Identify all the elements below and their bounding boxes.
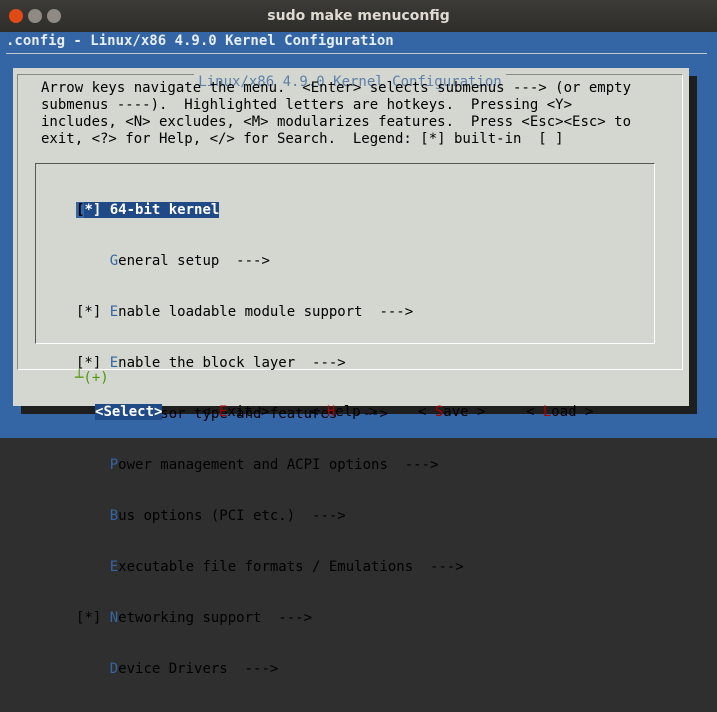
- button-bracket: <: [202, 404, 219, 420]
- help-text: Arrow keys navigate the menu. <Enter> se…: [41, 80, 631, 148]
- title-bar: sudo make menuconfig: [0, 0, 717, 32]
- menu-item-prefix: [76, 661, 110, 677]
- menu-item-hotkey: P: [109, 457, 119, 473]
- button-bracket: <: [310, 404, 327, 420]
- config-title-rule: [6, 53, 707, 54]
- menu-item-prefix: *]: [84, 202, 110, 218]
- menu-item-networking[interactable]: [*] Networking support --->: [76, 610, 464, 627]
- save-button[interactable]: < Save >: [418, 404, 485, 420]
- menu-item-bus-options[interactable]: Bus options (PCI etc.) --->: [76, 508, 464, 525]
- menu-item-loadable-modules[interactable]: [*] Enable loadable module support --->: [76, 304, 464, 321]
- exit-button[interactable]: < Exit >: [202, 404, 269, 420]
- menu-item-hotkey: N: [109, 610, 119, 626]
- help-line: includes, <N> excludes, <M> modularizes …: [41, 114, 632, 130]
- menu-item-hotkey: D: [109, 661, 119, 677]
- menu-item-label: nable loadable module support --->: [118, 304, 414, 320]
- menu-item-prefix: [*]: [76, 610, 110, 626]
- button-label: ave >: [443, 404, 486, 420]
- help-line: submenus ----). Highlighted letters are …: [41, 97, 573, 113]
- button-bracket: <: [418, 404, 435, 420]
- menu-item-label: xecutable file formats / Emulations --->: [118, 559, 464, 575]
- menu-item-prefix: [76, 508, 110, 524]
- menu-item-hotkey: G: [109, 253, 119, 269]
- button-label: elect>: [111, 404, 163, 420]
- menu-item-block-layer[interactable]: [*] Enable the block layer --->: [76, 355, 464, 372]
- select-button[interactable]: <Select>: [95, 404, 163, 420]
- menu-item-label: eneral setup --->: [118, 253, 270, 269]
- menu-item-prefix: [*]: [76, 304, 110, 320]
- menu-item-hotkey: E: [109, 559, 119, 575]
- menu-item-label: ower management and ACPI options --->: [118, 457, 439, 473]
- button-label: oad >: [551, 404, 594, 420]
- button-label: xit >: [227, 404, 270, 420]
- menu-list[interactable]: [*] 64-bit kernel General setup ---> [*]…: [76, 168, 464, 712]
- button-label: elp >: [335, 404, 378, 420]
- menu-item-label: 4-bit kernel: [118, 202, 220, 218]
- help-line: Arrow keys navigate the menu. <Enter> se…: [41, 80, 632, 96]
- menu-item-executable-formats[interactable]: Executable file formats / Emulations ---…: [76, 559, 464, 576]
- help-line: exit, <?> for Help, </> for Search. Lege…: [41, 131, 564, 147]
- menu-item-device-drivers[interactable]: Device Drivers --->: [76, 661, 464, 678]
- config-title: .config - Linux/x86 4.9.0 Kernel Configu…: [6, 33, 394, 49]
- menu-item-label: evice Drivers --->: [118, 661, 279, 677]
- menu-item-64bit-kernel[interactable]: [*] 64-bit kernel: [76, 202, 464, 219]
- load-button[interactable]: < Load >: [526, 404, 593, 420]
- menu-item-hotkey: B: [109, 508, 119, 524]
- menu-item-hotkey: 6: [109, 202, 119, 218]
- menu-item-prefix: [*]: [76, 355, 110, 371]
- terminal-window: sudo make menuconfig .config - Linux/x86…: [0, 0, 717, 677]
- button-hotkey: S: [103, 404, 112, 420]
- button-bar: <Select> < Exit > < Help > < Save > < Lo…: [13, 404, 689, 424]
- help-button[interactable]: < Help >: [310, 404, 377, 420]
- menu-item-label: us options (PCI etc.) --->: [118, 508, 346, 524]
- menu-item-label: etworking support --->: [118, 610, 313, 626]
- terminal-area[interactable]: .config - Linux/x86 4.9.0 Kernel Configu…: [0, 32, 717, 677]
- menu-item-prefix: [76, 253, 110, 269]
- menuconfig-dialog: Linux/x86 4.9.0 Kernel Configuration Arr…: [13, 68, 689, 677]
- menu-item-label: nable the block layer --->: [118, 355, 346, 371]
- menu-item-hotkey: E: [109, 355, 119, 371]
- menu-item-hotkey: E: [109, 304, 119, 320]
- button-bracket: <: [526, 404, 543, 420]
- more-items-indicator: ┴(+): [75, 370, 109, 386]
- menu-item-general-setup[interactable]: General setup --->: [76, 253, 464, 270]
- menu-item-prefix: [76, 457, 110, 473]
- menu-item-prefix: [76, 559, 110, 575]
- dialog-shadow-right: [689, 76, 697, 414]
- menu-item-power-management[interactable]: Power management and ACPI options --->: [76, 457, 464, 474]
- window-title: sudo make menuconfig: [267, 8, 450, 24]
